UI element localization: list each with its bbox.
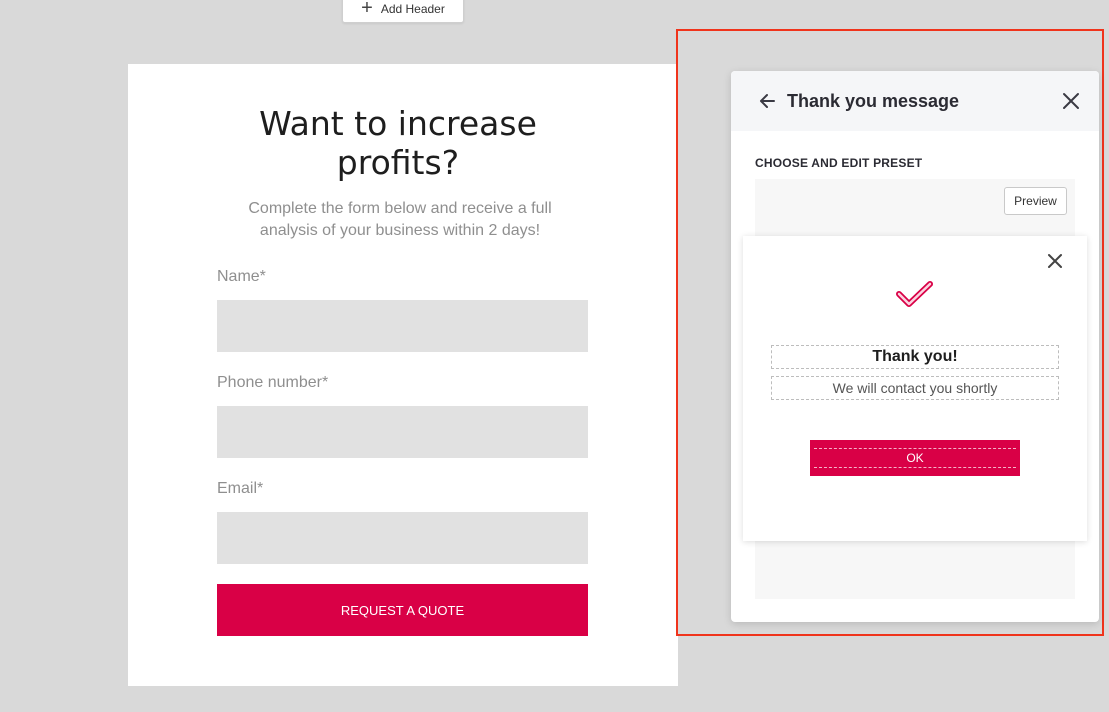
- form-title: Want to increase profits?: [259, 104, 537, 182]
- phone-label: Phone number*: [217, 374, 329, 391]
- popup-close-icon[interactable]: [1047, 253, 1063, 269]
- add-header-button[interactable]: + Add Header: [342, 0, 464, 23]
- ok-button[interactable]: OK: [810, 440, 1020, 476]
- plus-icon: +: [361, 0, 373, 19]
- form-card: Want to increase profits? Complete the f…: [128, 64, 678, 686]
- email-label: Email*: [217, 480, 264, 497]
- request-quote-button[interactable]: REQUEST A QUOTE: [217, 584, 588, 636]
- thank-you-popup[interactable]: Thank you! We will contact you shortly O…: [743, 236, 1087, 541]
- preview-button[interactable]: Preview: [1004, 187, 1067, 215]
- phone-input[interactable]: [217, 406, 588, 458]
- thank-you-title[interactable]: Thank you!: [771, 345, 1059, 369]
- email-input[interactable]: [217, 512, 588, 564]
- name-input[interactable]: [217, 300, 588, 352]
- panel-header: Thank you message: [731, 71, 1099, 131]
- form-subtitle: Complete the form below and receive a fu…: [248, 200, 552, 239]
- thank-you-text[interactable]: We will contact you shortly: [771, 376, 1059, 400]
- name-label: Name*: [217, 268, 266, 285]
- arrow-left-icon[interactable]: [757, 91, 777, 111]
- panel-title: Thank you message: [787, 90, 960, 111]
- add-header-label: Add Header: [380, 1, 445, 16]
- close-icon[interactable]: [1061, 91, 1081, 111]
- section-label: CHOOSE AND EDIT PRESET: [755, 156, 923, 170]
- checkmark-icon: [896, 281, 933, 307]
